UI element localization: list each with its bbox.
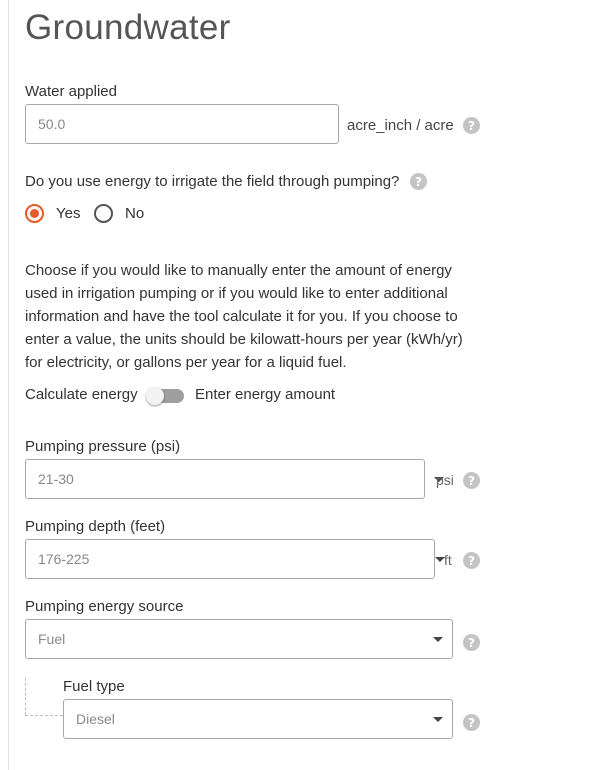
energy-info-line: information and have the tool calculate … xyxy=(25,308,458,325)
nested-connector-horizontal xyxy=(25,715,63,716)
toggle-thumb xyxy=(146,387,164,405)
calculate-energy-label: Calculate energy xyxy=(25,386,138,403)
pumping-depth-select[interactable]: 176-225 xyxy=(25,539,435,579)
nested-connector-vertical xyxy=(25,678,26,715)
fuel-type-value: Diesel xyxy=(76,711,115,727)
energy-info-line: for electricity, or gallons per year for… xyxy=(25,354,347,371)
energy-info-line: used in irrigation pumping or if you wou… xyxy=(25,285,448,302)
radio-yes-label[interactable]: Yes xyxy=(56,205,80,222)
enter-energy-label: Enter energy amount xyxy=(195,386,336,403)
pumping-depth-unit: ft xyxy=(444,552,452,568)
water-applied-help-icon[interactable]: ? xyxy=(463,117,480,134)
fuel-type-chevron-down-icon[interactable] xyxy=(433,717,443,722)
energy-info-paragraph: Choose if you would like to manually ent… xyxy=(25,259,485,374)
energy-question-label: Do you use energy to irrigate the field … xyxy=(25,173,400,190)
pumping-depth-label: Pumping depth (feet) xyxy=(25,518,166,535)
energy-info-line: Choose if you would like to manually ent… xyxy=(25,262,452,279)
energy-source-value: Fuel xyxy=(38,631,66,647)
left-divider xyxy=(8,0,9,770)
pumping-pressure-value: 21-30 xyxy=(38,471,74,487)
energy-source-label: Pumping energy source xyxy=(25,598,184,615)
section-title: Groundwater xyxy=(25,8,231,47)
pumping-pressure-label: Pumping pressure (psi) xyxy=(25,438,181,455)
radio-yes-dot xyxy=(30,209,39,218)
energy-question-help-icon[interactable]: ? xyxy=(410,173,427,190)
energy-mode-toggle[interactable] xyxy=(146,387,184,405)
energy-source-select[interactable]: Fuel xyxy=(25,619,453,659)
energy-info-line: enter a value, the units should be kilow… xyxy=(25,331,463,348)
pumping-pressure-unit: psi xyxy=(436,472,454,488)
fuel-type-help-icon[interactable]: ? xyxy=(463,714,480,731)
pumping-pressure-select[interactable]: 21-30 xyxy=(25,459,425,499)
radio-no[interactable] xyxy=(94,204,113,223)
energy-source-help-icon[interactable]: ? xyxy=(463,634,480,651)
water-applied-label: Water applied xyxy=(25,83,117,100)
water-applied-unit: acre_inch / acre xyxy=(347,117,454,134)
pumping-pressure-help-icon[interactable]: ? xyxy=(463,472,480,489)
energy-source-chevron-down-icon[interactable] xyxy=(433,637,443,642)
radio-yes[interactable] xyxy=(25,204,44,223)
fuel-type-label: Fuel type xyxy=(63,678,125,695)
fuel-type-select[interactable]: Diesel xyxy=(63,699,453,739)
pumping-depth-help-icon[interactable]: ? xyxy=(463,552,480,569)
radio-no-label[interactable]: No xyxy=(125,205,144,222)
water-applied-value: 50.0 xyxy=(38,116,66,132)
water-applied-input[interactable]: 50.0 xyxy=(25,104,339,144)
pumping-depth-value: 176-225 xyxy=(38,551,90,567)
